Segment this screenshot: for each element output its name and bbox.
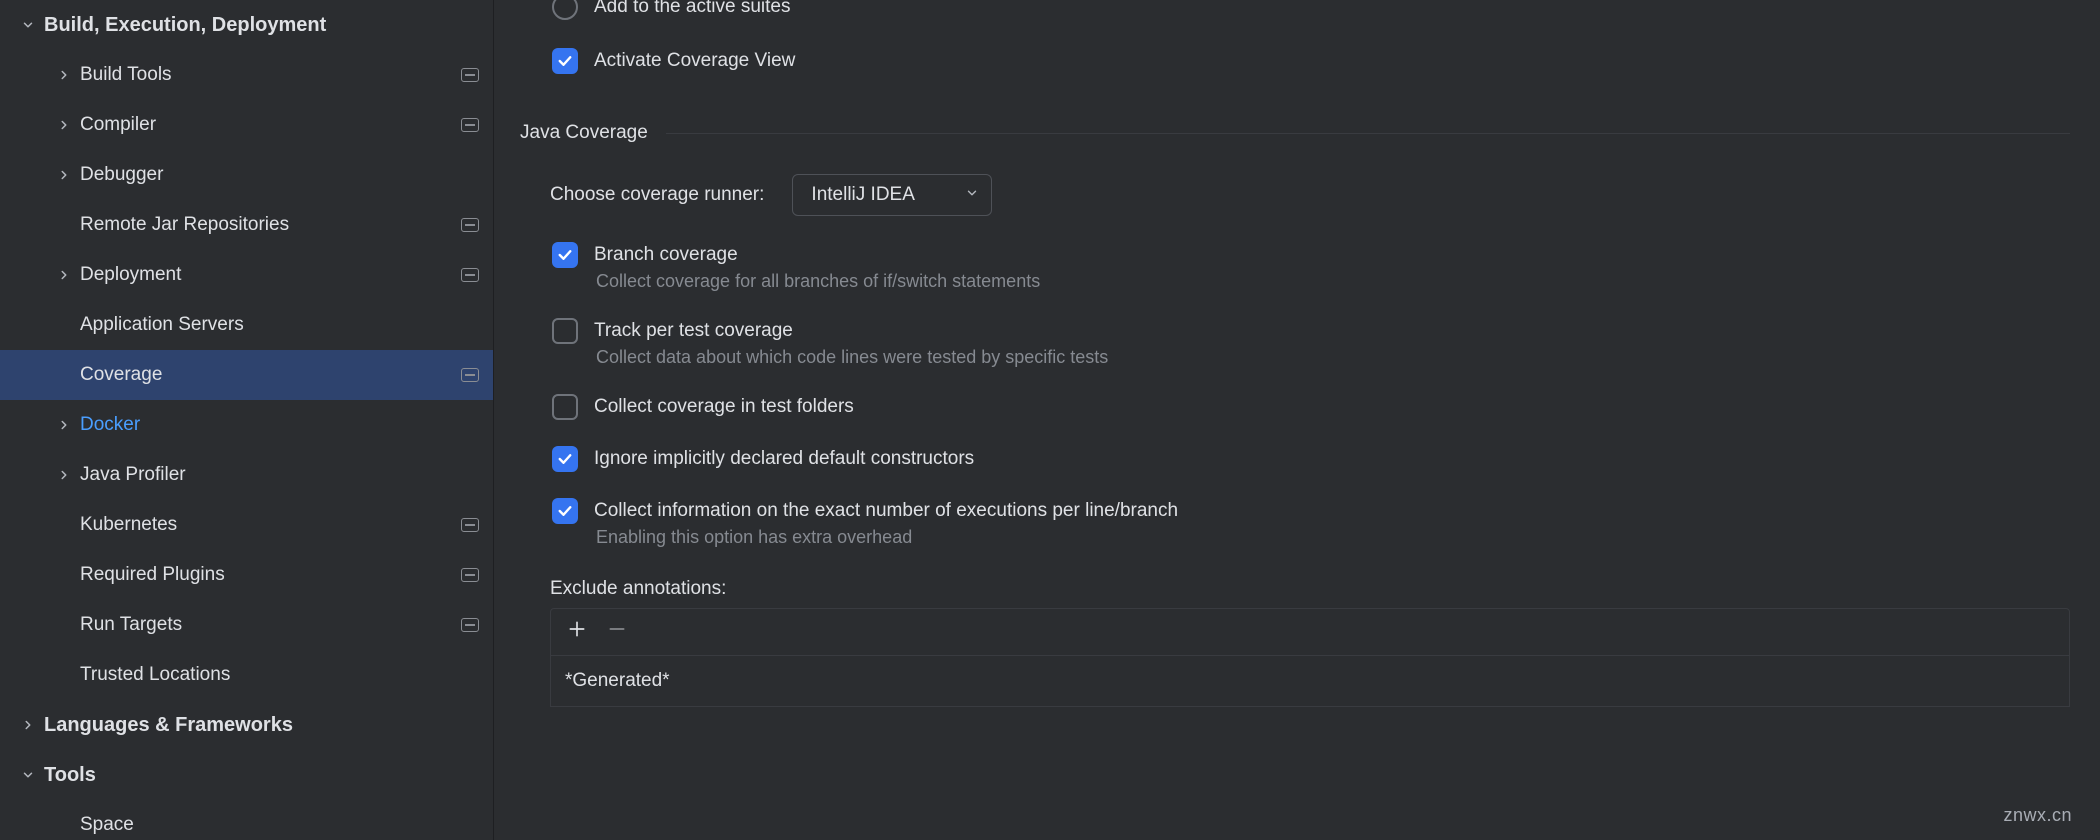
chevron-right-icon[interactable] — [48, 118, 80, 132]
sidebar-item[interactable]: Compiler — [0, 100, 493, 150]
sidebar-item-label: Debugger — [80, 164, 479, 186]
watermark: znwx.cn — [2003, 805, 2072, 826]
settings-main-panel: Add to the active suites Activate Covera… — [494, 0, 2100, 840]
sidebar-item-label: Application Servers — [80, 314, 479, 336]
checkbox-exact-executions[interactable] — [552, 498, 578, 524]
list-item[interactable]: *Generated* — [565, 670, 2055, 692]
hint-text: Enabling this option has extra overhead — [596, 527, 2070, 548]
sidebar-item[interactable]: Languages & Frameworks — [0, 700, 493, 750]
section-title-java-coverage: Java Coverage — [520, 122, 648, 144]
remove-icon[interactable] — [607, 619, 627, 645]
sidebar-item[interactable]: Java Profiler — [0, 450, 493, 500]
sidebar-item-label: Trusted Locations — [80, 664, 479, 686]
checkbox-label: Branch coverage — [594, 244, 738, 266]
sidebar-item-label: Coverage — [80, 364, 461, 386]
chevron-right-icon[interactable] — [48, 68, 80, 82]
chevron-down-icon[interactable] — [12, 768, 44, 782]
sidebar-item-label: Compiler — [80, 114, 461, 136]
checkbox-label: Track per test coverage — [594, 320, 793, 342]
sidebar-item[interactable]: Build Tools — [0, 50, 493, 100]
sidebar-item-label: Remote Jar Repositories — [80, 214, 461, 236]
modified-indicator-icon — [461, 518, 479, 532]
radio-add-to-active-suites[interactable] — [552, 0, 578, 20]
sidebar-item-label: Docker — [80, 414, 479, 436]
divider-line — [666, 133, 2070, 134]
sidebar-item-label: Required Plugins — [80, 564, 461, 586]
chevron-right-icon[interactable] — [48, 268, 80, 282]
modified-indicator-icon — [461, 368, 479, 382]
checkbox-ignore-default-constructors[interactable] — [552, 446, 578, 472]
chevron-right-icon[interactable] — [48, 168, 80, 182]
checkbox-label: Activate Coverage View — [594, 50, 795, 72]
sidebar-item[interactable]: Tools — [0, 750, 493, 800]
settings-sidebar: Build, Execution, Deployment Build Tools C… — [0, 0, 494, 840]
hint-text: Collect data about which code lines were… — [596, 347, 2070, 368]
sidebar-item-label: Build Tools — [80, 64, 461, 86]
checkbox-activate-coverage-view[interactable] — [552, 48, 578, 74]
sidebar-item-label: Deployment — [80, 264, 461, 286]
add-icon[interactable] — [567, 619, 587, 645]
checkbox-label: Collect coverage in test folders — [594, 396, 854, 418]
chevron-down-icon — [965, 184, 979, 206]
sidebar-item[interactable]: Required Plugins — [0, 550, 493, 600]
sidebar-item-label: Build, Execution, Deployment — [44, 14, 479, 37]
exclude-toolbar — [550, 608, 2070, 656]
sidebar-item[interactable]: Docker — [0, 400, 493, 450]
sidebar-item[interactable]: Coverage — [0, 350, 493, 400]
sidebar-item-label: Space — [80, 814, 479, 836]
sidebar-item[interactable]: Debugger — [0, 150, 493, 200]
radio-label: Add to the active suites — [594, 0, 790, 18]
checkbox-label: Ignore implicitly declared default const… — [594, 448, 974, 470]
hint-text: Collect coverage for all branches of if/… — [596, 271, 2070, 292]
sidebar-item-label: Kubernetes — [80, 514, 461, 536]
chevron-right-icon[interactable] — [12, 718, 44, 732]
dropdown-coverage-runner[interactable]: IntelliJ IDEA — [792, 174, 992, 216]
sidebar-item[interactable]: Application Servers — [0, 300, 493, 350]
modified-indicator-icon — [461, 118, 479, 132]
sidebar-item-label: Run Targets — [80, 614, 461, 636]
checkbox-label: Collect information on the exact number … — [594, 500, 1178, 522]
modified-indicator-icon — [461, 68, 479, 82]
modified-indicator-icon — [461, 568, 479, 582]
chevron-right-icon[interactable] — [48, 468, 80, 482]
checkbox-track-per-test[interactable] — [552, 318, 578, 344]
sidebar-item-label: Tools — [44, 764, 479, 787]
sidebar-item[interactable]: Deployment — [0, 250, 493, 300]
modified-indicator-icon — [461, 268, 479, 282]
label-exclude-annotations: Exclude annotations: — [550, 578, 2070, 600]
label-coverage-runner: Choose coverage runner: — [550, 184, 764, 206]
sidebar-item[interactable]: Kubernetes — [0, 500, 493, 550]
checkbox-branch-coverage[interactable] — [552, 242, 578, 268]
dropdown-value: IntelliJ IDEA — [811, 184, 914, 206]
sidebar-item-label: Java Profiler — [80, 464, 479, 486]
chevron-right-icon[interactable] — [48, 418, 80, 432]
sidebar-item[interactable]: Build, Execution, Deployment — [0, 0, 493, 50]
checkbox-collect-in-test-folders[interactable] — [552, 394, 578, 420]
sidebar-item[interactable]: Space — [0, 800, 493, 840]
modified-indicator-icon — [461, 618, 479, 632]
sidebar-item-label: Languages & Frameworks — [44, 714, 479, 737]
chevron-down-icon[interactable] — [12, 18, 44, 32]
modified-indicator-icon — [461, 218, 479, 232]
sidebar-item[interactable]: Remote Jar Repositories — [0, 200, 493, 250]
sidebar-item[interactable]: Run Targets — [0, 600, 493, 650]
exclude-list[interactable]: *Generated* — [550, 656, 2070, 707]
sidebar-item[interactable]: Trusted Locations — [0, 650, 493, 700]
